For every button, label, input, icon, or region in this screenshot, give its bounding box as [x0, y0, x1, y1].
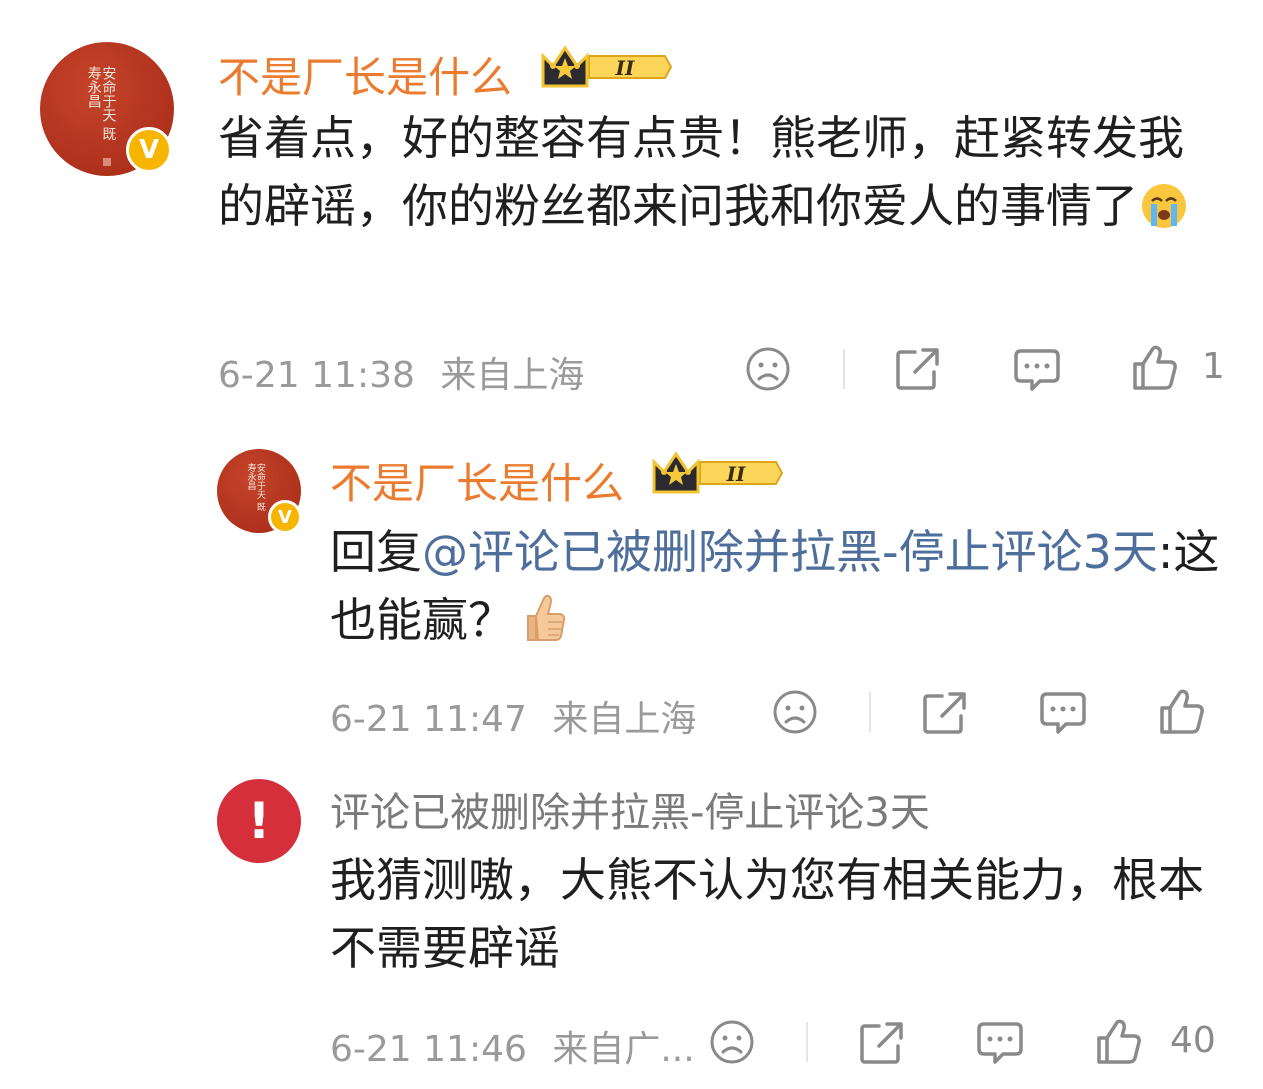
reply-location: 来自广...	[552, 1029, 695, 1070]
dislike-face-icon[interactable]	[708, 1018, 756, 1066]
username[interactable]: 不是厂长是什么	[330, 450, 624, 511]
like-count: 40	[1170, 1020, 1216, 1061]
thumbs-up-emoji-icon	[527, 594, 566, 641]
vip-crown-badge-icon[interactable]: II	[650, 448, 784, 498]
like-thumb-icon[interactable]	[1094, 1016, 1144, 1066]
comment-location: 来自上海	[440, 355, 585, 396]
dislike-face-icon[interactable]	[744, 345, 792, 393]
reply-text: 回复@评论已被删除并拉黑-停止评论3天:这也能赢？	[330, 518, 1220, 654]
username[interactable]: 不是厂长是什么	[218, 44, 512, 105]
reply-time: 6-21 11:46	[330, 1029, 527, 1070]
comment-content: 省着点，好的整容有点贵！熊老师，赶紧转发我的辟谣，你的粉丝都来问我和你爱人的事情…	[218, 111, 1184, 233]
share-icon[interactable]	[893, 344, 943, 392]
vip-level-text: II	[615, 56, 635, 80]
share-icon[interactable]	[857, 1018, 907, 1066]
dislike-face-icon[interactable]	[771, 688, 819, 736]
comment-time: 6-21 11:38	[218, 355, 415, 396]
verified-badge-icon: V	[268, 500, 302, 534]
reply-content: 我猜测嗷，大熊不认为您有相关能力，根本不需要辟谣	[330, 853, 1204, 975]
reply-text: 我猜测嗷，大熊不认为您有相关能力，根本不需要辟谣	[330, 846, 1220, 982]
reply-time: 6-21 11:47	[330, 699, 527, 740]
share-icon[interactable]	[920, 688, 970, 736]
username[interactable]: 评论已被删除并拉黑-停止评论3天	[330, 780, 930, 838]
like-thumb-icon[interactable]	[1130, 342, 1180, 392]
divider	[869, 692, 871, 732]
avatar-seal-text: 安命于天 既寿永昌	[245, 463, 265, 511]
comment-meta: 6-21 11:38 来自上海	[218, 346, 584, 398]
avatar-seal-text: 安命于天 既寿永昌	[85, 66, 117, 141]
reply-location: 来自上海	[552, 699, 697, 740]
verified-badge-icon: V	[126, 127, 172, 173]
comment-icon[interactable]	[1038, 688, 1088, 736]
vip-level-text: II	[726, 462, 746, 486]
comment-icon[interactable]	[975, 1018, 1025, 1066]
vip-crown-badge-icon[interactable]: II	[539, 42, 673, 92]
reply-prefix: 回复	[330, 525, 422, 579]
seal-stamp	[103, 158, 111, 166]
divider	[806, 1022, 808, 1062]
crying-emoji-icon	[1142, 184, 1186, 228]
comment-icon[interactable]	[1012, 345, 1062, 393]
like-count: 1	[1202, 346, 1225, 387]
like-thumb-icon[interactable]	[1157, 686, 1207, 736]
reply-meta: 6-21 11:46 来自广...	[330, 1020, 695, 1072]
divider	[843, 349, 845, 389]
comment-text: 省着点，好的整容有点贵！熊老师，赶紧转发我的辟谣，你的粉丝都来问我和你爱人的事情…	[218, 104, 1218, 240]
reply-meta: 6-21 11:47 来自上海	[330, 690, 696, 742]
warning-avatar-icon[interactable]: !	[217, 779, 301, 863]
mention-link[interactable]: @评论已被删除并拉黑-停止评论3天	[422, 525, 1158, 579]
